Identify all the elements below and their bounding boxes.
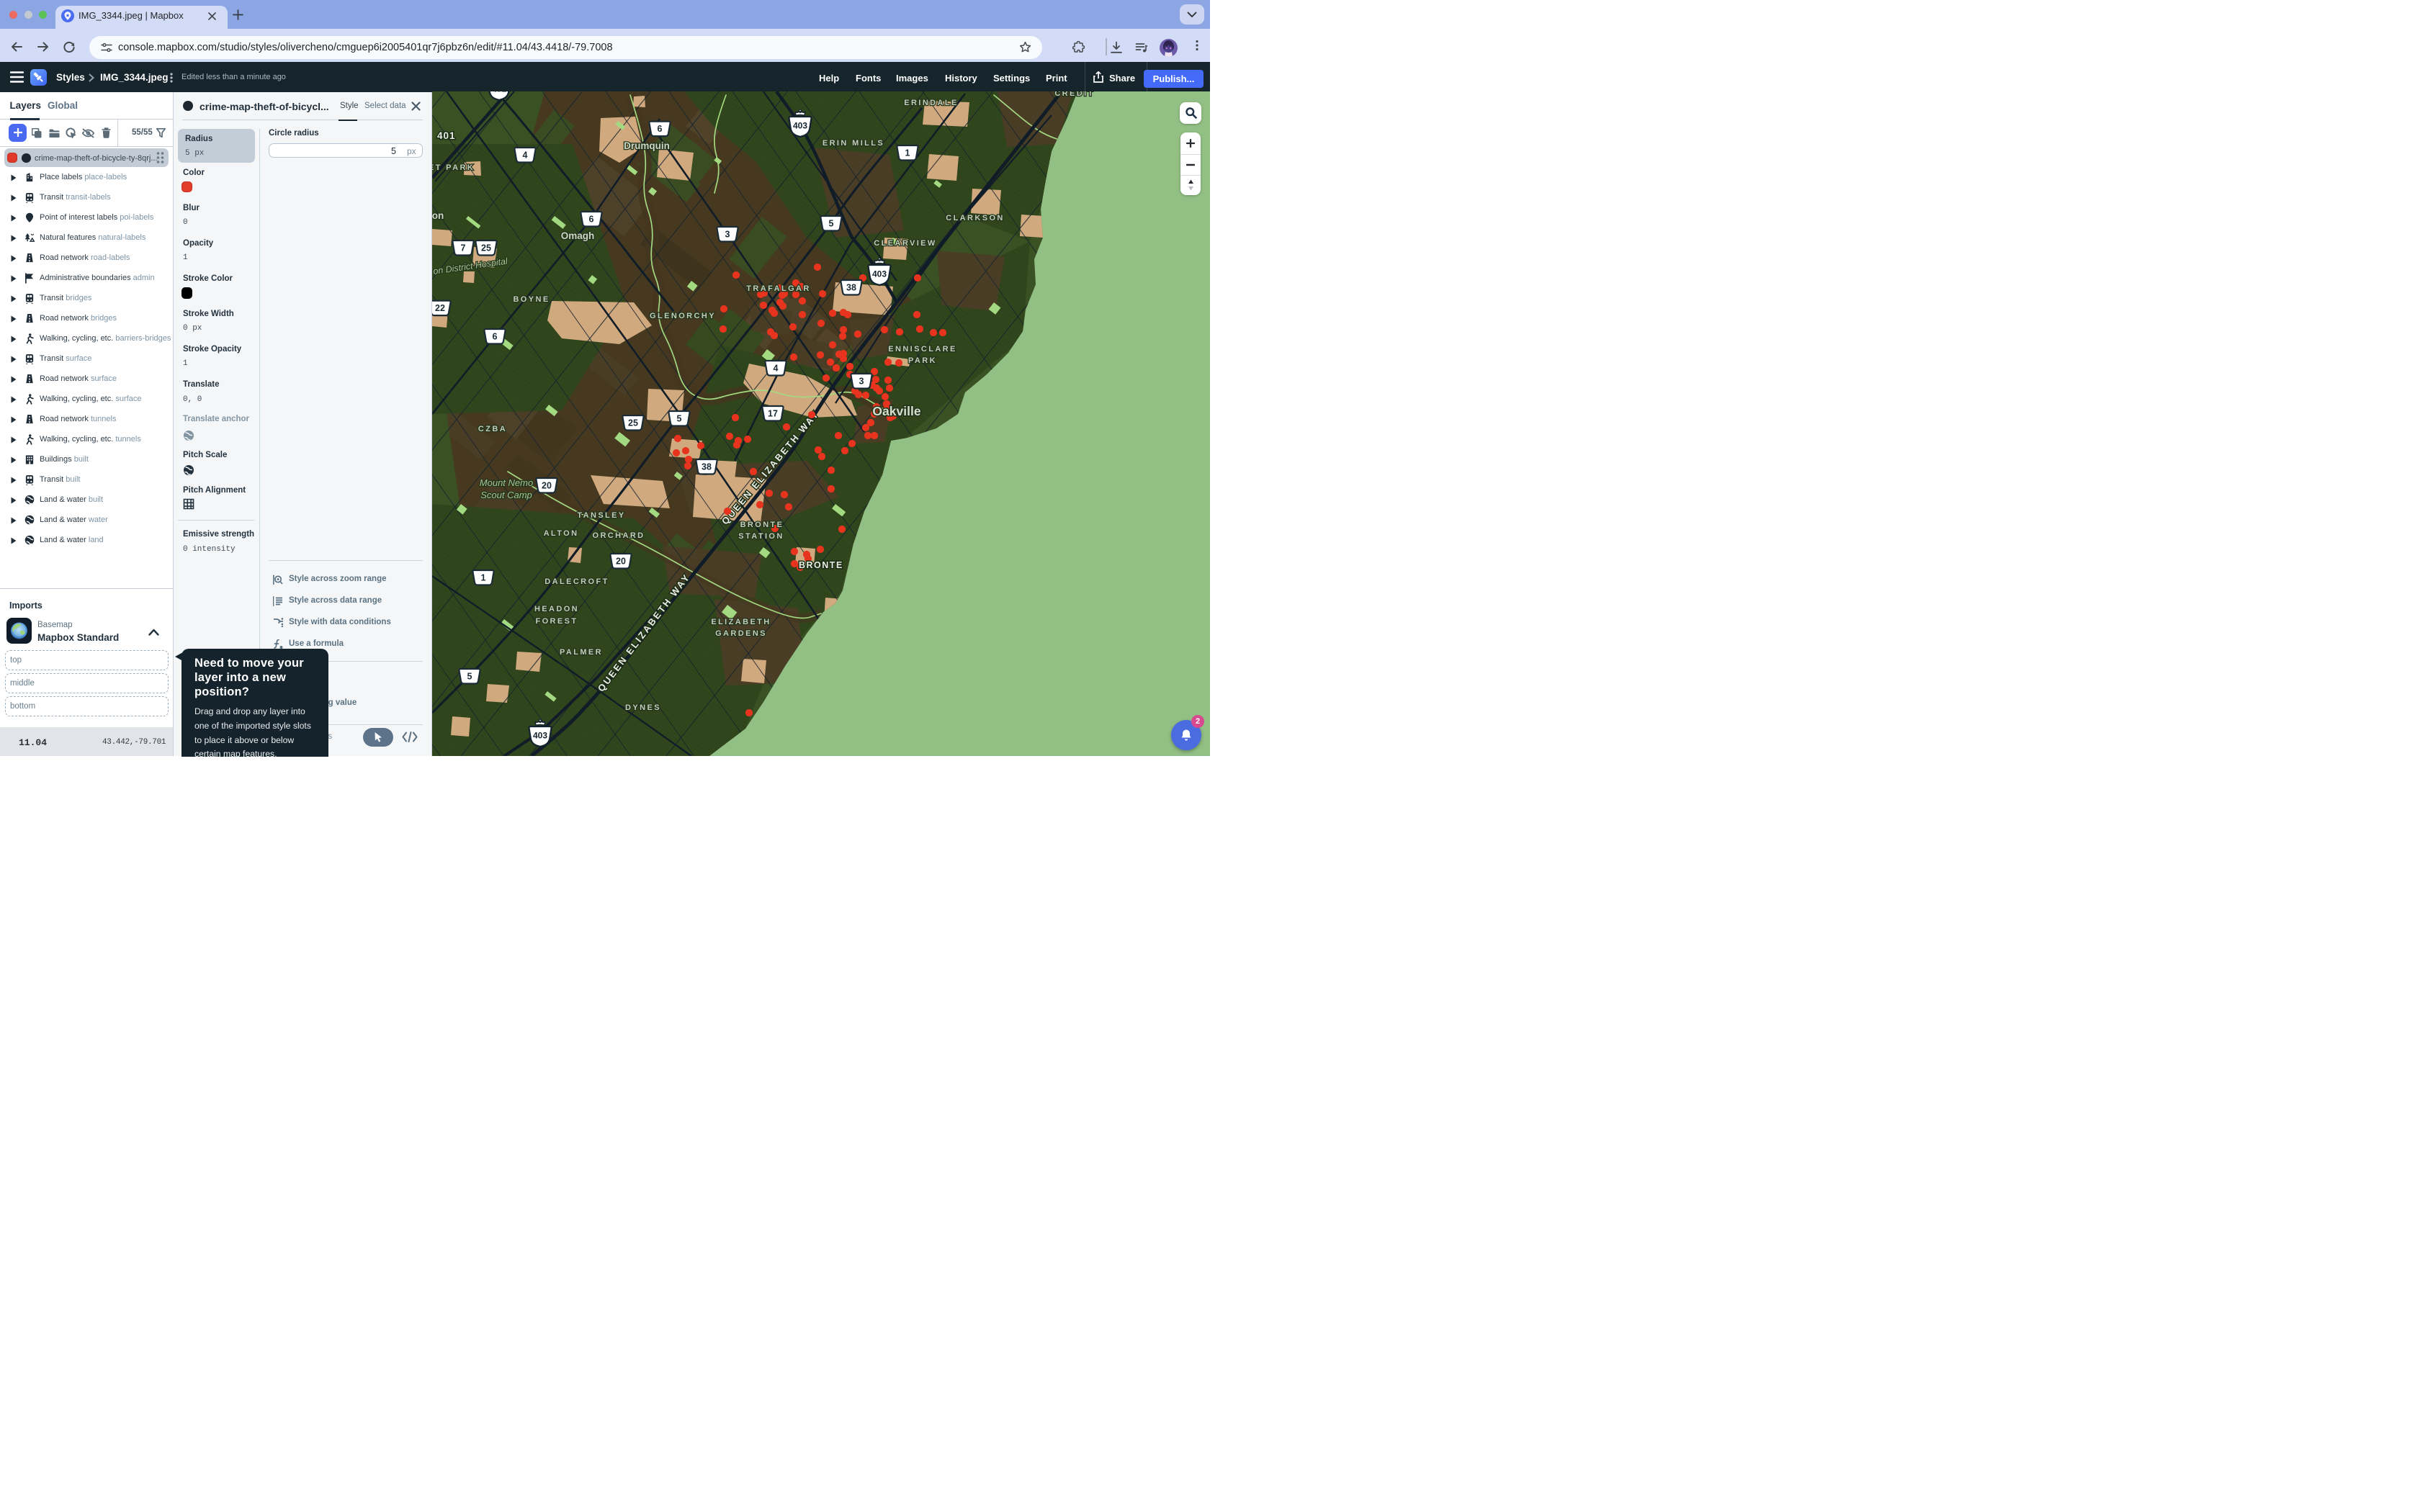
svg-text:TRAFALGAR: TRAFALGAR bbox=[746, 284, 810, 293]
svg-text:6: 6 bbox=[658, 124, 663, 134]
svg-text:on: on bbox=[432, 210, 444, 221]
svg-text:22: 22 bbox=[435, 303, 445, 313]
svg-text:Scout Camp: Scout Camp bbox=[480, 490, 532, 500]
svg-text:38: 38 bbox=[702, 462, 712, 472]
svg-text:Oakville: Oakville bbox=[872, 404, 920, 418]
svg-text:3: 3 bbox=[725, 230, 730, 240]
svg-text:Drumquin: Drumquin bbox=[624, 140, 670, 151]
svg-text:CZBA: CZBA bbox=[478, 425, 507, 433]
svg-text:DALECROFT: DALECROFT bbox=[544, 577, 609, 586]
svg-text:5: 5 bbox=[829, 219, 834, 229]
svg-text:38: 38 bbox=[846, 283, 856, 293]
svg-text:ERINDALE: ERINDALE bbox=[904, 99, 958, 107]
svg-text:CLARKSON: CLARKSON bbox=[946, 214, 1005, 222]
svg-text:25: 25 bbox=[481, 243, 491, 253]
svg-text:7: 7 bbox=[461, 243, 466, 253]
svg-text:ET PARK: ET PARK bbox=[432, 163, 475, 172]
svg-text:20: 20 bbox=[542, 481, 552, 491]
svg-text:ALTON: ALTON bbox=[544, 529, 579, 538]
svg-text:403: 403 bbox=[533, 731, 547, 741]
svg-text:ENNISCLARE: ENNISCLARE bbox=[888, 345, 957, 354]
svg-text:401: 401 bbox=[437, 130, 456, 141]
svg-text:Mount Nemo: Mount Nemo bbox=[480, 477, 533, 488]
svg-text:1: 1 bbox=[481, 573, 486, 583]
svg-text:CLEARVIEW: CLEARVIEW bbox=[874, 239, 936, 248]
svg-text:403: 403 bbox=[793, 121, 807, 131]
svg-text:GLENORCHY: GLENORCHY bbox=[650, 312, 716, 320]
svg-text:BOYNE: BOYNE bbox=[513, 295, 550, 304]
svg-text:GARDENS: GARDENS bbox=[715, 629, 767, 638]
svg-text:PARK: PARK bbox=[908, 356, 937, 365]
svg-text:4: 4 bbox=[774, 364, 779, 374]
svg-text:TANSLEY: TANSLEY bbox=[577, 511, 625, 520]
svg-text:20: 20 bbox=[616, 557, 626, 567]
svg-text:5: 5 bbox=[467, 672, 472, 682]
svg-text:BRONTE: BRONTE bbox=[799, 560, 843, 570]
svg-text:6: 6 bbox=[589, 215, 594, 225]
svg-text:ORCHARD: ORCHARD bbox=[592, 531, 645, 540]
svg-text:ERIN MILLS: ERIN MILLS bbox=[823, 139, 884, 148]
svg-text:17: 17 bbox=[768, 409, 778, 419]
svg-text:BRONTE: BRONTE bbox=[740, 521, 784, 529]
svg-text:PALMER: PALMER bbox=[560, 648, 603, 657]
svg-text:FOREST: FOREST bbox=[535, 617, 578, 626]
svg-text:6: 6 bbox=[493, 332, 498, 342]
svg-text:5: 5 bbox=[677, 414, 682, 424]
svg-text:Omagh: Omagh bbox=[561, 230, 595, 241]
svg-text:25: 25 bbox=[628, 418, 638, 428]
svg-text:DYNES: DYNES bbox=[625, 703, 661, 712]
svg-text:CREDIT: CREDIT bbox=[1054, 91, 1094, 98]
svg-text:3: 3 bbox=[859, 377, 864, 387]
svg-text:ELIZABETH: ELIZABETH bbox=[711, 618, 771, 626]
svg-text:STATION: STATION bbox=[738, 532, 784, 541]
svg-text:4: 4 bbox=[523, 150, 528, 161]
svg-text:1: 1 bbox=[905, 148, 910, 158]
svg-text:HEADON: HEADON bbox=[534, 605, 579, 613]
svg-text:403: 403 bbox=[872, 269, 887, 279]
svg-text:401: 401 bbox=[492, 91, 506, 94]
